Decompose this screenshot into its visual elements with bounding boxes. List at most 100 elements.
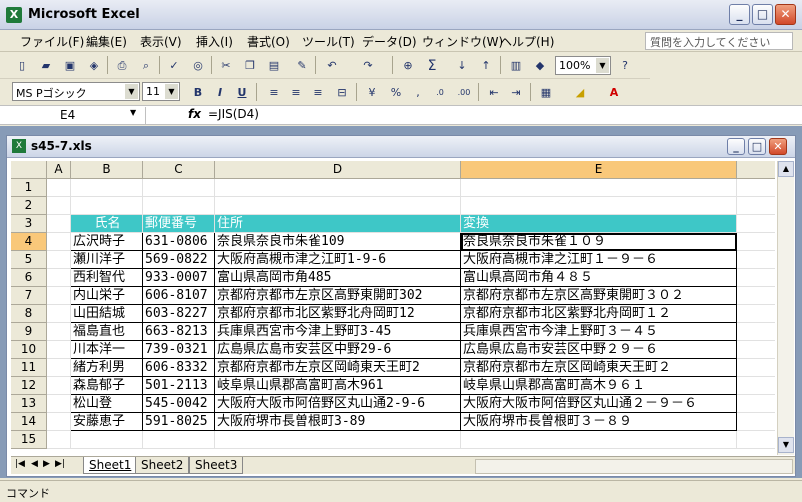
cell-e7[interactable]: 京都府京都市左京区高野東開町３０２ bbox=[461, 287, 737, 305]
permission-icon[interactable]: ◈ bbox=[84, 56, 104, 76]
hyperlink-icon[interactable]: ⊕ bbox=[398, 56, 418, 76]
save-icon[interactable]: ▣ bbox=[60, 56, 80, 76]
copy-icon[interactable]: ❐ bbox=[240, 56, 260, 76]
cell-d3[interactable]: 住所 bbox=[215, 215, 461, 233]
menu-tools[interactable]: ツール(T) bbox=[302, 33, 355, 50]
menu-view[interactable]: 表示(V) bbox=[140, 33, 182, 50]
cell-e13[interactable]: 大阪府大阪市阿倍野区丸山通２－９－６ bbox=[461, 395, 737, 413]
cell-a14[interactable] bbox=[47, 413, 71, 431]
cell-b8[interactable]: 山田結城 bbox=[71, 305, 143, 323]
cell-d7[interactable]: 京都府京都市左京区高野東開町302 bbox=[215, 287, 461, 305]
row-header[interactable]: 8 bbox=[11, 305, 47, 323]
cell-e1[interactable] bbox=[461, 179, 737, 197]
align-right-icon[interactable]: ≡ bbox=[308, 83, 328, 103]
cell-c15[interactable] bbox=[143, 431, 215, 449]
cell-a15[interactable] bbox=[47, 431, 71, 449]
cell-a8[interactable] bbox=[47, 305, 71, 323]
cell-d5[interactable]: 大阪府高槻市津之江町1-9-6 bbox=[215, 251, 461, 269]
cell-a7[interactable] bbox=[47, 287, 71, 305]
cell-b7[interactable]: 内山栄子 bbox=[71, 287, 143, 305]
cell-b1[interactable] bbox=[71, 179, 143, 197]
cell-a5[interactable] bbox=[47, 251, 71, 269]
cell-f1[interactable] bbox=[737, 179, 775, 197]
cell-e6[interactable]: 富山県高岡市角４８５ bbox=[461, 269, 737, 287]
cell-b3[interactable]: 氏名 bbox=[71, 215, 143, 233]
prev-sheet-icon[interactable]: ◀ bbox=[31, 459, 38, 469]
italic-icon[interactable]: I bbox=[210, 83, 230, 103]
row-header[interactable]: 13 bbox=[11, 395, 47, 413]
bold-icon[interactable]: B bbox=[188, 83, 208, 103]
zoom-select[interactable]: 100% ▼ bbox=[555, 56, 611, 75]
cell-f12[interactable] bbox=[737, 377, 775, 395]
chart-wizard-icon[interactable]: ▥ bbox=[506, 56, 526, 76]
cell-a11[interactable] bbox=[47, 359, 71, 377]
cell-d11[interactable]: 京都府京都市左京区岡崎東天王町2 bbox=[215, 359, 461, 377]
autosum-icon[interactable]: Σ bbox=[422, 56, 442, 76]
cell-b12[interactable]: 森島郁子 bbox=[71, 377, 143, 395]
row-header[interactable]: 1 bbox=[11, 179, 47, 197]
row-header[interactable]: 14 bbox=[11, 413, 47, 431]
cell-c2[interactable] bbox=[143, 197, 215, 215]
cell-e2[interactable] bbox=[461, 197, 737, 215]
cell-d2[interactable] bbox=[215, 197, 461, 215]
cell-e8[interactable]: 京都府京都市北区紫野北舟岡町１２ bbox=[461, 305, 737, 323]
close-icon[interactable]: ✕ bbox=[775, 4, 796, 25]
next-sheet-icon[interactable]: ▶ bbox=[43, 459, 50, 469]
cell-a9[interactable] bbox=[47, 323, 71, 341]
row-header[interactable]: 9 bbox=[11, 323, 47, 341]
align-center-icon[interactable]: ≡ bbox=[286, 83, 306, 103]
menu-data[interactable]: データ(D) bbox=[362, 33, 417, 50]
cell-a1[interactable] bbox=[47, 179, 71, 197]
menu-help[interactable]: ヘルプ(H) bbox=[500, 33, 554, 50]
column-header-f[interactable] bbox=[737, 161, 775, 179]
cell-e11[interactable]: 京都府京都市左京区岡崎東天王町２ bbox=[461, 359, 737, 377]
menu-insert[interactable]: 挿入(I) bbox=[196, 33, 233, 50]
menu-edit[interactable]: 編集(E) bbox=[86, 33, 127, 50]
row-header[interactable]: 12 bbox=[11, 377, 47, 395]
cell-e5[interactable]: 大阪府高槻市津之江町１－９－６ bbox=[461, 251, 737, 269]
fill-color-icon[interactable]: ◢ bbox=[570, 83, 590, 103]
row-header[interactable]: 6 bbox=[11, 269, 47, 287]
restore-icon[interactable]: □ bbox=[748, 138, 766, 155]
cell-f14[interactable] bbox=[737, 413, 775, 431]
cell-f9[interactable] bbox=[737, 323, 775, 341]
cell-c3[interactable]: 郵便番号 bbox=[143, 215, 215, 233]
borders-icon[interactable]: ▦ bbox=[536, 83, 556, 103]
select-all-corner[interactable] bbox=[11, 161, 47, 179]
cell-d9[interactable]: 兵庫県西宮市今津上野町3-45 bbox=[215, 323, 461, 341]
cell-b6[interactable]: 西利智代 bbox=[71, 269, 143, 287]
cell-d6[interactable]: 富山県高岡市角485 bbox=[215, 269, 461, 287]
underline-icon[interactable]: U bbox=[232, 83, 252, 103]
row-header[interactable]: 15 bbox=[11, 431, 47, 449]
percent-icon[interactable]: % bbox=[386, 83, 406, 103]
cell-d10[interactable]: 広島県広島市安芸区中野29-6 bbox=[215, 341, 461, 359]
open-icon[interactable]: ▰ bbox=[36, 56, 56, 76]
row-header[interactable]: 2 bbox=[11, 197, 47, 215]
cell-c11[interactable]: 606-8332 bbox=[143, 359, 215, 377]
menu-format[interactable]: 書式(O) bbox=[247, 33, 290, 50]
currency-icon[interactable]: ¥ bbox=[362, 83, 382, 103]
help-search-input[interactable]: 質問を入力してください bbox=[645, 32, 793, 50]
cell-c6[interactable]: 933-0007 bbox=[143, 269, 215, 287]
chevron-down-icon[interactable]: ▼ bbox=[130, 108, 136, 117]
restore-icon[interactable]: □ bbox=[752, 4, 773, 25]
research-icon[interactable]: ◎ bbox=[188, 56, 208, 76]
cell-e3[interactable]: 変換 bbox=[461, 215, 737, 233]
cell-e10[interactable]: 広島県広島市安芸区中野２９－６ bbox=[461, 341, 737, 359]
cell-e9[interactable]: 兵庫県西宮市今津上野町３－４５ bbox=[461, 323, 737, 341]
help-icon[interactable]: ? bbox=[615, 56, 635, 76]
cell-d8[interactable]: 京都府京都市北区紫野北舟岡町12 bbox=[215, 305, 461, 323]
row-header[interactable]: 7 bbox=[11, 287, 47, 305]
cell-c14[interactable]: 591-8025 bbox=[143, 413, 215, 431]
sort-descending-icon[interactable]: ↑ bbox=[476, 56, 496, 76]
cell-c9[interactable]: 663-8213 bbox=[143, 323, 215, 341]
font-color-icon[interactable]: A bbox=[604, 83, 624, 103]
function-icon[interactable]: fx bbox=[188, 107, 201, 121]
cell-c13[interactable]: 545-0042 bbox=[143, 395, 215, 413]
cell-d4[interactable]: 奈良県奈良市朱雀109 bbox=[215, 233, 461, 251]
cell-f2[interactable] bbox=[737, 197, 775, 215]
cell-e15[interactable] bbox=[461, 431, 737, 449]
print-preview-icon[interactable]: ⌕ bbox=[136, 56, 156, 76]
font-size-select[interactable]: 11 ▼ bbox=[142, 82, 180, 101]
last-sheet-icon[interactable]: ▶| bbox=[55, 459, 65, 469]
